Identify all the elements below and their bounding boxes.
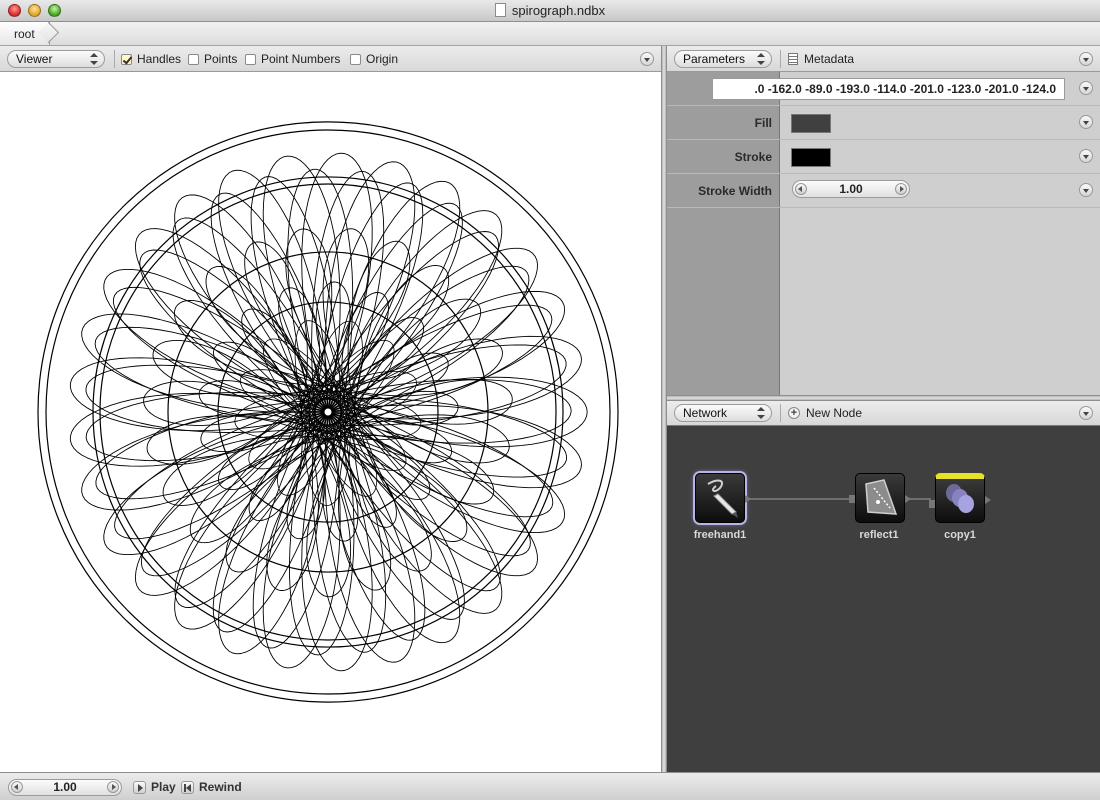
network-selector-label: Network: [683, 406, 728, 420]
reflect-icon: [865, 479, 898, 515]
point-numbers-label: Point Numbers: [261, 52, 341, 66]
point-numbers-checkbox[interactable]: Point Numbers: [245, 52, 340, 66]
output-port[interactable]: [745, 495, 751, 503]
path-parameter-row: .0 -162.0 -89.0 -193.0 -114.0 -201.0 -12…: [667, 72, 1100, 106]
parameters-selector-label: Parameters: [683, 52, 746, 66]
node-freehand1-label: freehand1: [693, 529, 747, 541]
connection-freehand1-reflect1: [748, 498, 851, 500]
rewind-icon: [181, 780, 194, 794]
input-port[interactable]: [849, 495, 855, 503]
network-selector[interactable]: Network: [674, 404, 772, 422]
checkbox-icon: [121, 53, 132, 65]
node-reflect1[interactable]: [849, 473, 911, 523]
chevron-updown-icon: [90, 53, 98, 65]
stroke-width-label: Stroke Width: [698, 184, 772, 198]
output-port[interactable]: [905, 495, 911, 503]
viewer-selector[interactable]: Viewer: [7, 50, 105, 68]
checkbox-icon: [188, 53, 199, 65]
increment-arrow-icon[interactable]: [895, 183, 907, 195]
handles-label: Handles: [137, 52, 182, 66]
connection-reflect1-copy1: [908, 498, 931, 500]
metadata-button[interactable]: Metadata: [788, 52, 854, 66]
breadcrumb: root: [0, 22, 1100, 46]
chevron-updown-icon: [757, 407, 765, 419]
stroke-width-value: 1.00: [839, 182, 863, 196]
points-label: Points: [204, 52, 238, 66]
stroke-width-field[interactable]: 1.00: [792, 180, 910, 198]
stroke-label: Stroke: [734, 150, 772, 164]
origin-point: [323, 407, 333, 417]
viewer-selector-label: Viewer: [16, 52, 53, 66]
fill-options-menu-button[interactable]: [1079, 115, 1093, 129]
stroke-color-swatch[interactable]: [791, 148, 831, 167]
network-panel[interactable]: freehand1 reflect1 copy1: [667, 426, 1100, 772]
parameters-toolbar: Parameters Metadata: [667, 46, 1100, 72]
fill-color-swatch[interactable]: [791, 114, 831, 133]
path-value: .0 -162.0 -89.0 -193.0 -114.0 -201.0 -12…: [754, 82, 1056, 96]
window-title-text: spirograph.ndbx: [511, 3, 606, 18]
node-reflect1-label: reflect1: [859, 529, 899, 541]
input-port[interactable]: [929, 500, 935, 508]
node-copy1-label: copy1: [944, 529, 976, 541]
decrement-arrow-icon[interactable]: [11, 781, 23, 793]
toolbar-divider: [780, 50, 781, 68]
stroke-options-menu-button[interactable]: [1079, 149, 1093, 163]
viewer-canvas[interactable]: [0, 72, 661, 772]
stroke-width-parameter-row: Stroke Width 1.00: [667, 174, 1100, 208]
node-copy1[interactable]: [929, 473, 991, 523]
play-button[interactable]: Play: [133, 780, 176, 794]
origin-label: Origin: [366, 52, 399, 66]
toolbar-divider: [114, 50, 115, 68]
node-freehand1[interactable]: [695, 473, 751, 523]
spirograph-drawing: [37, 121, 619, 703]
fill-label: Fill: [754, 116, 772, 130]
decrement-arrow-icon[interactable]: [795, 183, 807, 195]
frame-value: 1.00: [53, 780, 77, 794]
pen-icon: [707, 479, 738, 518]
metadata-label: Metadata: [804, 52, 855, 66]
copy-icon: [946, 484, 974, 513]
fill-parameter-row: Fill: [667, 106, 1100, 140]
path-options-menu-button[interactable]: [1079, 81, 1093, 95]
plus-icon: +: [788, 407, 800, 419]
parameters-options-menu-button[interactable]: [1079, 52, 1093, 66]
parameters-panel: .0 -162.0 -89.0 -193.0 -114.0 -201.0 -12…: [667, 72, 1100, 395]
breadcrumb-root[interactable]: root: [0, 22, 50, 45]
output-port[interactable]: [985, 496, 991, 504]
play-icon: [133, 780, 146, 794]
viewer-options-menu-button[interactable]: [640, 52, 654, 66]
handles-checkbox[interactable]: Handles: [121, 52, 181, 66]
document-icon: [494, 3, 506, 17]
checkbox-icon: [245, 53, 256, 65]
window-title: spirograph.ndbx: [0, 3, 1100, 18]
network-options-menu-button[interactable]: [1079, 406, 1093, 420]
checkbox-icon: [350, 53, 361, 65]
rewind-button[interactable]: Rewind: [181, 780, 242, 794]
metadata-icon: [788, 53, 798, 65]
parameters-selector[interactable]: Parameters: [674, 50, 772, 68]
new-node-label: New Node: [806, 406, 863, 420]
increment-arrow-icon[interactable]: [107, 781, 119, 793]
new-node-button[interactable]: + New Node: [788, 406, 862, 420]
path-field[interactable]: .0 -162.0 -89.0 -193.0 -114.0 -201.0 -12…: [712, 78, 1065, 100]
chevron-updown-icon: [757, 53, 765, 65]
stroke-width-options-menu-button[interactable]: [1079, 183, 1093, 197]
playback-bar: 1.00 Play Rewind: [0, 772, 1100, 800]
origin-checkbox[interactable]: Origin: [350, 52, 398, 66]
title-bar: spirograph.ndbx: [0, 0, 1100, 22]
toolbar-divider: [780, 404, 781, 422]
stroke-parameter-row: Stroke: [667, 140, 1100, 174]
points-checkbox[interactable]: Points: [188, 52, 237, 66]
rewind-label: Rewind: [199, 780, 242, 794]
frame-field[interactable]: 1.00: [8, 779, 122, 796]
play-label: Play: [151, 780, 176, 794]
viewer-toolbar: Viewer Handles Points Point Numbers Orig…: [0, 46, 661, 72]
network-toolbar: Network + New Node: [667, 401, 1100, 426]
